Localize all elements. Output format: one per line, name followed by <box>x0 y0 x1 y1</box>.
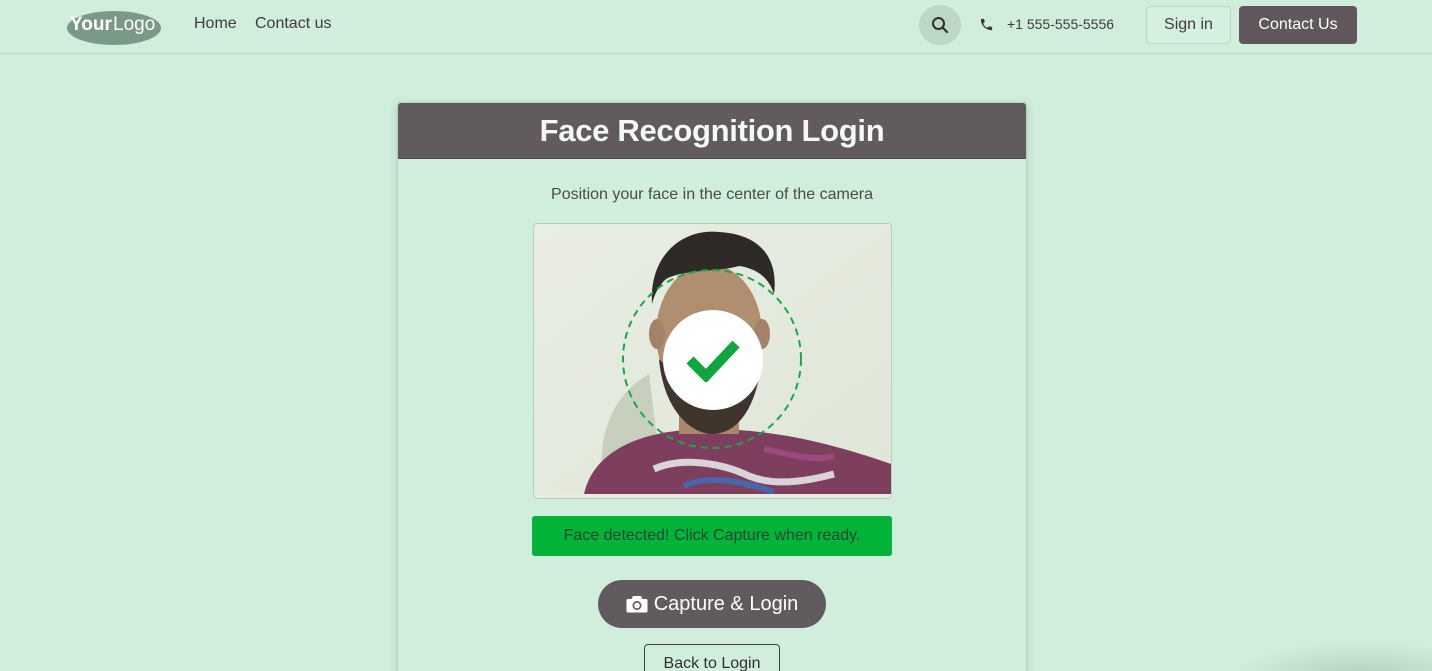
phone-icon <box>979 17 994 32</box>
check-icon <box>686 338 740 382</box>
card-header: Face Recognition Login <box>398 103 1026 159</box>
nav-link-home[interactable]: Home <box>194 15 237 33</box>
login-card: Face Recognition Login Position your fac… <box>397 102 1027 671</box>
search-button[interactable] <box>919 5 961 45</box>
sign-in-button[interactable]: Sign in <box>1146 6 1231 44</box>
svg-text:Logo: Logo <box>113 14 155 35</box>
nav-link-contact[interactable]: Contact us <box>255 15 331 33</box>
back-to-login-button[interactable]: Back to Login <box>644 644 780 671</box>
capture-login-button[interactable]: Capture & Login <box>598 580 826 628</box>
logo[interactable]: Your Logo <box>66 6 162 46</box>
instruction-text: Position your face in the center of the … <box>551 186 873 203</box>
phone-contact[interactable]: +1 555-555-5556 <box>979 16 1114 32</box>
page-title: Face Recognition Login <box>539 112 885 148</box>
camera-icon <box>626 595 648 613</box>
phone-number: +1 555-555-5556 <box>1007 16 1115 32</box>
face-detected-check <box>663 310 763 410</box>
navbar: Your Logo Home Contact us +1 555-555-555… <box>0 0 1432 54</box>
capture-login-label: Capture & Login <box>653 592 799 615</box>
contact-us-button[interactable]: Contact Us <box>1239 6 1357 44</box>
status-banner: Face detected! Click Capture when ready. <box>532 516 892 556</box>
corner-shadow <box>1230 640 1432 671</box>
search-icon <box>931 16 949 34</box>
camera-preview <box>533 223 892 499</box>
svg-text:Your: Your <box>70 14 112 35</box>
